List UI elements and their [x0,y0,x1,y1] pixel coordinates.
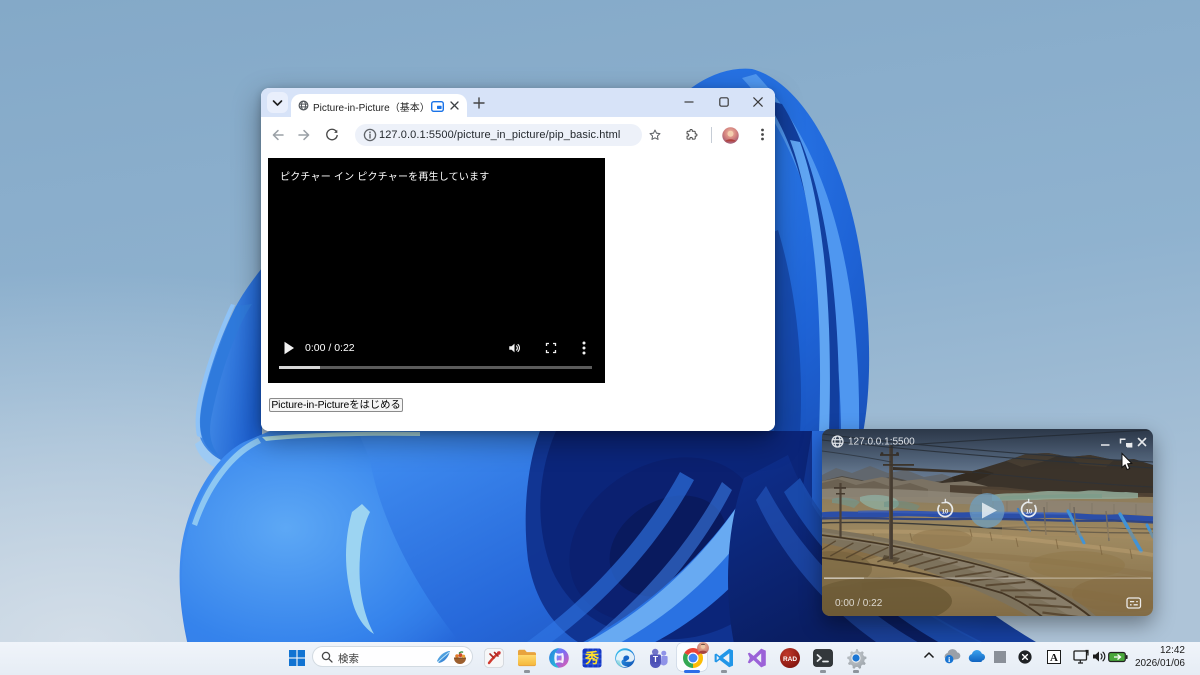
svg-text:i: i [948,655,950,664]
svg-text:A: A [1050,652,1058,664]
svg-text:RAD: RAD [783,656,797,663]
svg-text:10: 10 [942,510,949,516]
svg-text:T: T [653,654,659,664]
svg-text:10: 10 [1026,510,1033,516]
svg-text:秀: 秀 [584,650,600,666]
svg-text:127.0.0.1:5500: 127.0.0.1:5500 [848,437,915,448]
svg-text:0:00 / 0:22: 0:00 / 0:22 [835,598,883,609]
